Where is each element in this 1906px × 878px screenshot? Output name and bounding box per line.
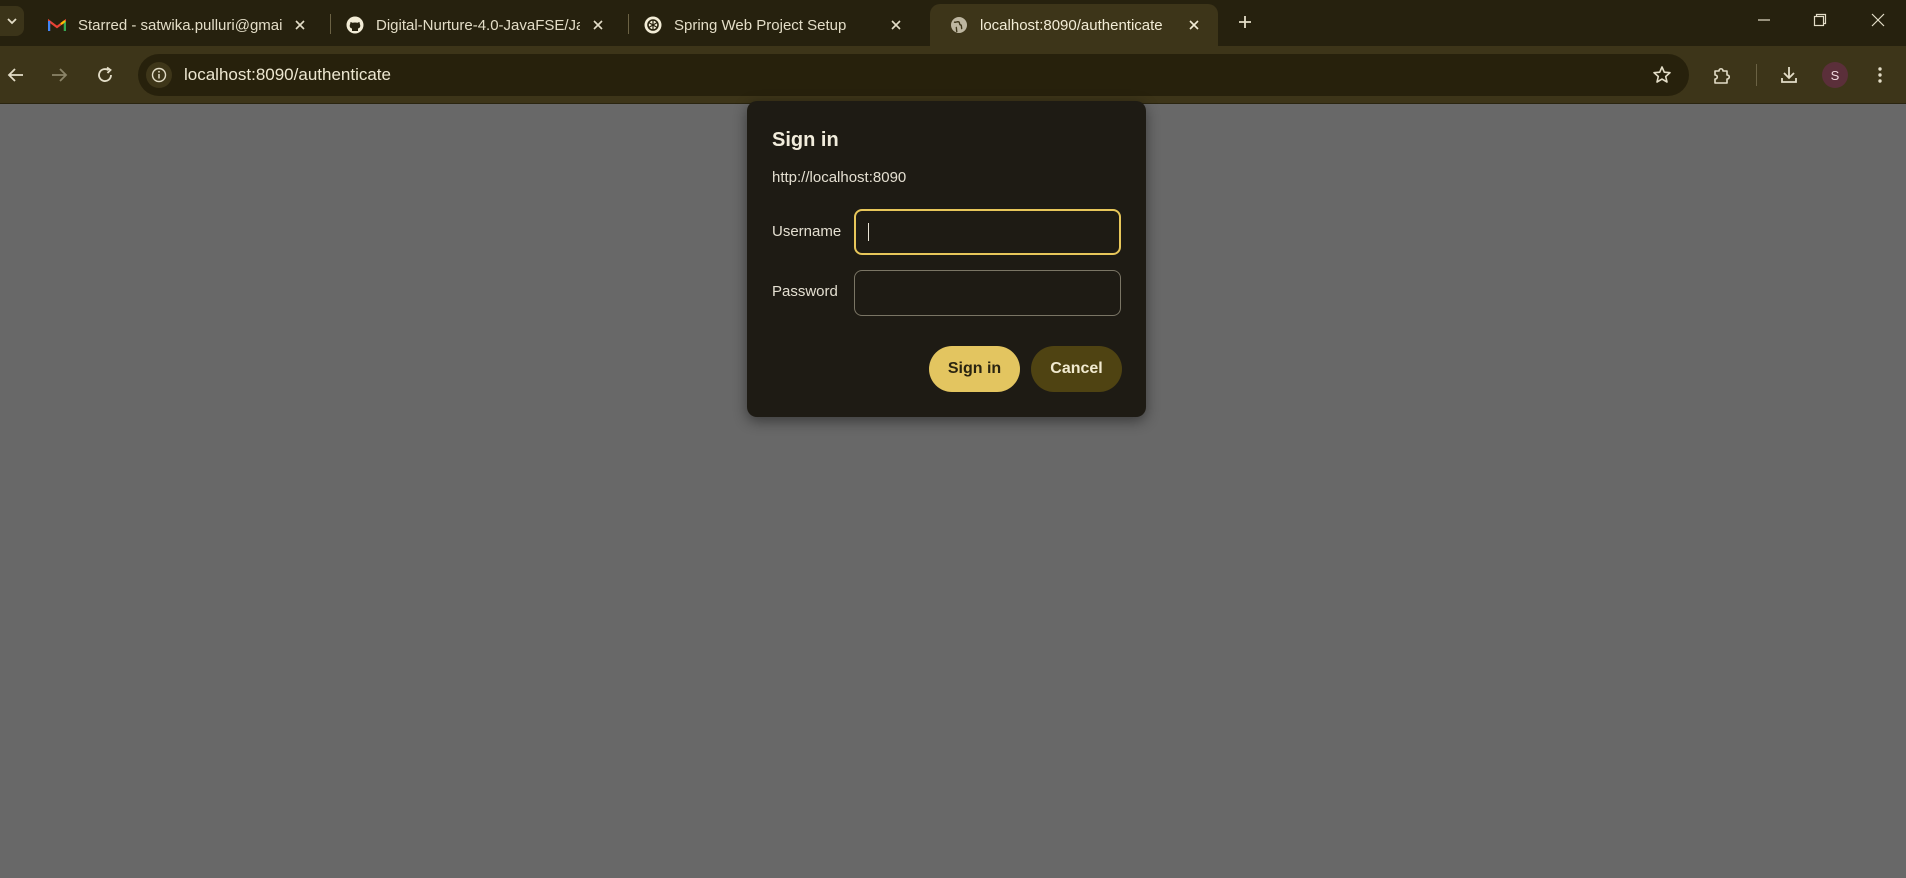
sign-in-button[interactable]: Sign in	[929, 346, 1020, 392]
minimize-icon	[1758, 19, 1770, 21]
close-icon[interactable]	[588, 15, 608, 35]
extensions-button[interactable]	[1708, 61, 1736, 89]
password-label: Password	[772, 283, 838, 300]
arrow-left-icon	[7, 68, 23, 82]
tab-search-button[interactable]	[0, 6, 24, 36]
password-field[interactable]	[854, 270, 1121, 316]
cancel-button[interactable]: Cancel	[1031, 346, 1122, 392]
tab-title: localhost:8090/authenticate	[980, 16, 1163, 34]
restore-button[interactable]	[1792, 0, 1848, 40]
window-close-button[interactable]	[1850, 0, 1906, 40]
chevron-down-icon	[7, 18, 17, 25]
tab-title: Digital-Nurture-4.0-JavaFSE/JavaFSE	[376, 16, 580, 34]
github-icon	[346, 16, 364, 34]
minimize-button[interactable]	[1736, 0, 1792, 40]
text-caret	[868, 223, 869, 241]
tab-gmail[interactable]: Starred - satwika.pulluri@gmail.com - Gm…	[28, 4, 324, 46]
dialog-title: Sign in	[772, 129, 839, 151]
close-icon[interactable]	[886, 15, 906, 35]
url-text[interactable]: localhost:8090/authenticate	[184, 65, 391, 85]
restore-icon	[1813, 13, 1827, 27]
menu-button[interactable]	[1866, 61, 1894, 89]
star-icon	[1653, 66, 1671, 83]
browser-toolbar: localhost:8090/authenticate S	[0, 46, 1906, 104]
puzzle-icon	[1714, 67, 1731, 84]
site-info-button[interactable]	[146, 62, 172, 88]
downloads-button[interactable]	[1775, 61, 1803, 89]
sign-in-dialog: Sign in http://localhost:8090 Username P…	[747, 101, 1146, 417]
username-field[interactable]	[854, 209, 1121, 255]
tab-title: Starred - satwika.pulluri@gmail.com - Gm…	[78, 16, 282, 34]
tab-spring-web[interactable]: Spring Web Project Setup	[624, 4, 920, 46]
back-button[interactable]	[2, 61, 30, 89]
username-label: Username	[772, 223, 842, 240]
plus-icon	[1239, 16, 1251, 28]
toolbar-divider	[1756, 64, 1757, 86]
globe-icon	[950, 16, 968, 34]
avatar[interactable]: S	[1822, 62, 1848, 88]
tab-localhost-authenticate[interactable]: localhost:8090/authenticate	[930, 4, 1218, 46]
close-icon[interactable]	[1184, 15, 1204, 35]
close-icon[interactable]	[290, 15, 310, 35]
tab-title: Spring Web Project Setup	[674, 16, 847, 34]
chatgpt-icon	[644, 16, 662, 34]
forward-button[interactable]	[45, 61, 73, 89]
more-vertical-icon	[1878, 67, 1882, 83]
reload-button[interactable]	[91, 61, 119, 89]
gmail-icon	[48, 16, 66, 34]
download-icon	[1781, 67, 1797, 83]
arrow-right-icon	[52, 68, 68, 82]
new-tab-button[interactable]	[1232, 9, 1258, 35]
address-bar[interactable]: localhost:8090/authenticate	[138, 54, 1689, 96]
info-icon	[151, 67, 167, 83]
dialog-origin: http://localhost:8090	[772, 169, 907, 186]
close-icon	[1871, 13, 1885, 27]
bookmark-button[interactable]	[1651, 64, 1673, 86]
tab-github[interactable]: Digital-Nurture-4.0-JavaFSE/JavaFSE	[326, 4, 622, 46]
tab-strip: Starred - satwika.pulluri@gmail.com - Gm…	[0, 0, 1906, 46]
reload-icon	[98, 66, 112, 82]
